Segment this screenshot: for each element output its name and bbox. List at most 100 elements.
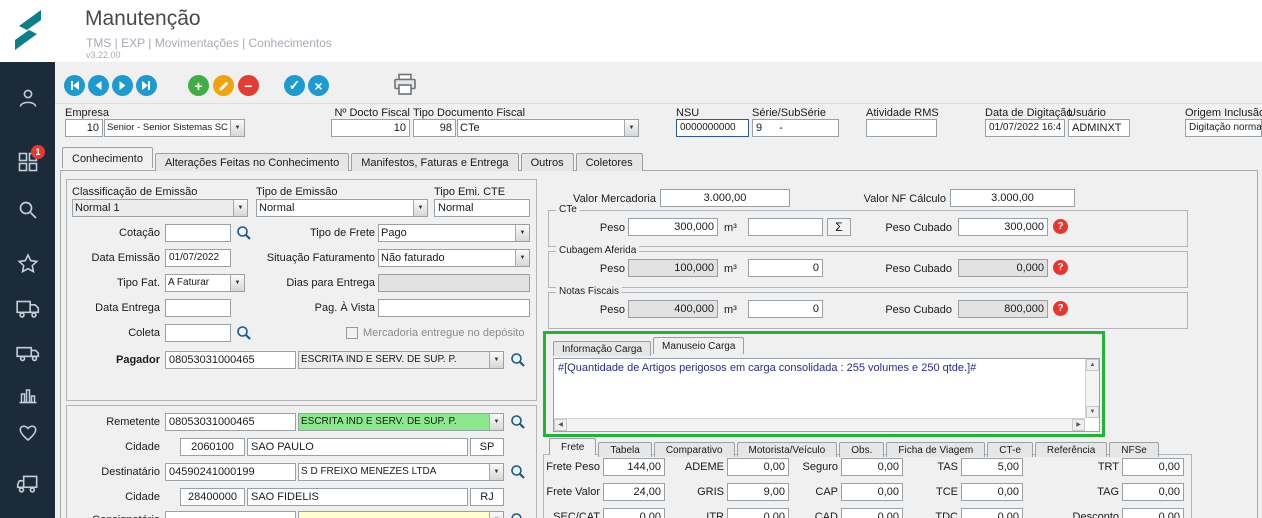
pag-vista-field[interactable] [378,299,530,317]
print-button[interactable] [392,72,418,101]
cotacao-field[interactable] [165,224,231,242]
pagador-select[interactable]: ESCRITA IND E SERV. DE SUP. P. ▼ [298,351,504,369]
usuario-field[interactable]: ADMINXT [1068,119,1130,137]
confirm-button[interactable]: ✓ [284,75,305,96]
chevron-down-icon[interactable]: ▼ [230,120,244,136]
cap-field[interactable]: 0,00 [841,483,903,501]
frete-valor-field[interactable]: 24,00 [603,483,665,501]
delete-record-button[interactable]: − [238,75,259,96]
search-icon[interactable] [236,225,252,241]
valor-nf-field[interactable]: 3.000,00 [950,189,1075,207]
chevron-down-icon[interactable]: ▼ [515,225,529,241]
tab-ficha-viagem[interactable]: Ficha de Viagem [886,442,985,457]
remetente-code-field[interactable]: 08053031000465 [165,413,296,431]
tab-manuseio-carga[interactable]: Manuseio Carga [653,337,744,354]
tab-obs[interactable]: Obs. [839,442,884,457]
itr-field[interactable]: 0,00 [727,508,789,518]
tas-field[interactable]: 5,00 [961,458,1023,476]
chevron-down-icon[interactable]: ▼ [413,200,427,216]
edit-record-button[interactable] [213,75,234,96]
coleta-field[interactable] [165,324,231,342]
cte-peso-cubado-field[interactable]: 300,000 [958,218,1048,236]
chevron-down-icon[interactable]: ▼ [624,120,638,136]
remetente-select[interactable]: ESCRITA IND E SERV. DE SUP. P. ▼ [298,413,504,431]
destinatario-code-field[interactable]: 04590241000199 [165,463,296,481]
trt-field[interactable]: 0,00 [1122,458,1184,476]
tab-cte[interactable]: CT-e [987,442,1033,457]
tce-field[interactable]: 0,00 [961,483,1023,501]
sidebar-item-favorites[interactable] [0,420,55,447]
situacao-faturamento-select[interactable]: Não faturado ▼ [378,249,530,267]
tipo-frete-select[interactable]: Pago ▼ [378,224,530,242]
sidebar-item-reports[interactable] [0,382,55,409]
chevron-down-icon[interactable]: ▼ [233,200,247,216]
tdc-field[interactable]: 0,00 [961,508,1023,518]
sum-button[interactable]: Σ [827,218,851,236]
scroll-left-icon[interactable]: ◀ [554,419,567,431]
tab-manifestos[interactable]: Manifestos, Faturas e Entrega [351,153,518,171]
data-entrega-field[interactable] [165,299,231,317]
nsu-field[interactable]: 0000000000 [676,119,749,137]
sidebar-item-fleet[interactable] [0,340,55,367]
nav-prev-button[interactable] [88,75,109,96]
sidebar-item-starred[interactable] [0,252,55,279]
tipo-fat-select[interactable]: A Faturar ▼ [165,274,245,292]
notas-m3-field[interactable]: 0 [748,300,823,318]
add-record-button[interactable]: + [188,75,209,96]
search-icon[interactable] [510,352,526,368]
tab-frete[interactable]: Frete [549,438,596,455]
tipo-doc-select[interactable]: CTe ▼ [457,119,639,137]
chevron-down-icon[interactable]: ▼ [489,352,503,368]
horizontal-scrollbar[interactable]: ◀ ▶ [554,418,1085,431]
cubagem-m3-field[interactable]: 0 [748,259,823,277]
chevron-down-icon[interactable]: ▼ [489,464,503,480]
help-icon[interactable]: ? [1053,219,1068,234]
serie-field[interactable]: 9 - [752,119,839,137]
frete-peso-field[interactable]: 144,00 [603,458,665,476]
data-digitacao-field[interactable]: 01/07/2022 16:4 [985,119,1065,137]
ademe-field[interactable]: 0,00 [727,458,789,476]
consignatario-select[interactable]: ▼ [298,511,504,518]
sidebar-item-modules[interactable]: 1 [0,150,55,177]
origem-field[interactable]: Digitação normal [1185,119,1262,137]
atividade-field[interactable] [866,119,937,137]
tag-field[interactable]: 0,00 [1122,483,1184,501]
gris-field[interactable]: 9,00 [727,483,789,501]
classificacao-select[interactable]: Normal 1 ▼ [72,199,248,217]
cancel-button[interactable]: × [308,75,329,96]
chevron-down-icon[interactable]: ▼ [489,414,503,430]
scroll-right-icon[interactable]: ▶ [1072,419,1085,431]
empresa-select[interactable]: Senior - Senior Sistemas SC ▼ [104,119,245,137]
manuseio-carga-memo[interactable]: #[Quantidade de Artigos perigosos em car… [553,358,1100,432]
deposito-checkbox[interactable] [346,327,358,339]
help-icon[interactable]: ? [1053,301,1068,316]
sec-cat-field[interactable]: 0,00 [603,508,665,518]
sidebar-item-expedition[interactable] [0,296,55,323]
chevron-down-icon[interactable]: ▼ [515,250,529,266]
tipo-emi-cte-field[interactable]: Normal [434,199,530,217]
tipo-doc-code-field[interactable]: 98 [413,119,456,137]
tab-coletores[interactable]: Coletores [576,153,643,171]
consignatario-code-field[interactable] [165,511,296,518]
nav-next-button[interactable] [112,75,133,96]
tab-conhecimento[interactable]: Conhecimento [62,147,153,168]
desconto-field[interactable]: 0,00 [1122,508,1184,518]
cad-field[interactable]: 0,00 [841,508,903,518]
tab-referencia[interactable]: Referência [1035,442,1107,457]
tab-comparativo[interactable]: Comparativo [654,442,735,457]
tab-motorista-veiculo[interactable]: Motorista/Veículo [737,442,838,457]
empresa-code-field[interactable]: 10 [65,119,103,137]
help-icon[interactable]: ? [1053,260,1068,275]
search-icon[interactable] [510,512,526,518]
seguro-field[interactable]: 0,00 [841,458,903,476]
pagador-code-field[interactable]: 08053031000465 [165,351,296,369]
tipo-emissao-select[interactable]: Normal ▼ [256,199,428,217]
tab-tabela[interactable]: Tabela [598,442,651,457]
vertical-scrollbar[interactable]: ▲ ▼ [1085,359,1099,418]
cte-m3-field[interactable] [748,218,823,236]
tab-alteracoes[interactable]: Alterações Feitas no Conhecimento [155,153,349,171]
valor-mercadoria-field[interactable]: 3.000,00 [660,189,790,207]
tab-outros[interactable]: Outros [521,153,574,171]
nav-last-button[interactable] [136,75,157,96]
search-icon[interactable] [510,414,526,430]
